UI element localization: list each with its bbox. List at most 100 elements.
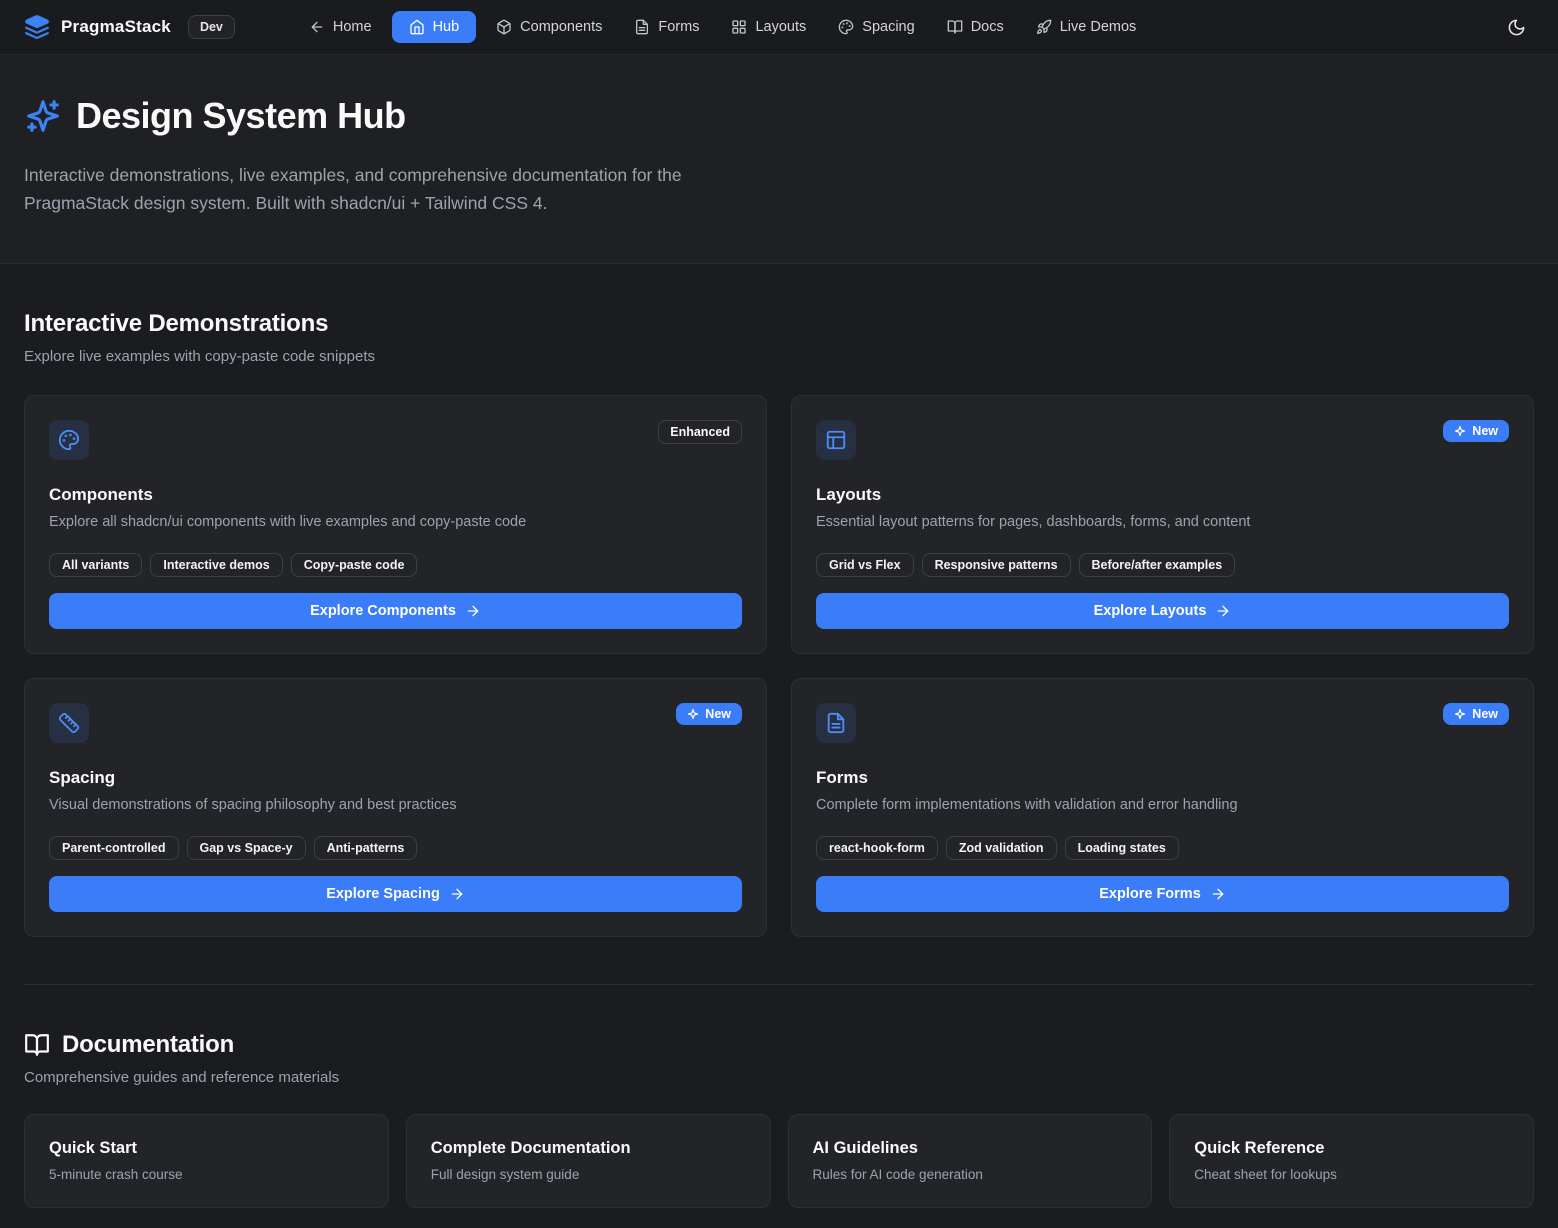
nav-label: Forms [658, 19, 699, 35]
status-badge: Enhanced [658, 420, 742, 444]
tag: Parent-controlled [49, 836, 179, 860]
sparkles-icon [24, 97, 62, 135]
main-content: Interactive Demonstrations Explore live … [0, 310, 1558, 1228]
nav-item-hub[interactable]: Hub [392, 11, 477, 43]
page-description: Interactive demonstrations, live example… [24, 161, 769, 217]
nav-label: Components [520, 19, 602, 35]
docs-heading: Documentation [62, 1031, 234, 1059]
arrow-right-icon [449, 886, 465, 902]
doc-card-title: AI Guidelines [813, 1139, 1128, 1158]
tag: Grid vs Flex [816, 553, 914, 577]
layers-icon [24, 14, 50, 40]
button-label: Explore Components [310, 603, 456, 619]
sparkles-icon [1454, 425, 1466, 437]
tag: Zod validation [946, 836, 1057, 860]
palette-icon [838, 19, 854, 35]
doc-card-title: Quick Start [49, 1139, 364, 1158]
button-label: Explore Forms [1099, 886, 1201, 902]
top-navbar: PragmaStack Dev Home Hub Components Fo [0, 0, 1558, 55]
docs-card-grid: Quick Start 5-minute crash course Comple… [24, 1114, 1534, 1208]
theme-toggle-button[interactable] [1499, 10, 1534, 45]
tag: Loading states [1065, 836, 1179, 860]
new-badge: New [1443, 420, 1509, 442]
explore-components-button[interactable]: Explore Components [49, 593, 742, 629]
nav-item-forms[interactable]: Forms [622, 11, 711, 43]
card-title: Forms [816, 768, 1509, 788]
tag: Responsive patterns [922, 553, 1071, 577]
sparkles-icon [687, 708, 699, 720]
card-description: Visual demonstrations of spacing philoso… [49, 797, 742, 813]
nav-label: Home [333, 19, 372, 35]
panels-top-left-icon [816, 420, 856, 460]
palette-icon [49, 420, 89, 460]
demos-subheading: Explore live examples with copy-paste co… [24, 348, 1534, 365]
brand[interactable]: PragmaStack Dev [24, 14, 235, 40]
arrow-right-icon [1210, 886, 1226, 902]
arrow-right-icon [465, 603, 481, 619]
nav-item-live-demos[interactable]: Live Demos [1024, 11, 1149, 43]
card-title: Layouts [816, 485, 1509, 505]
package-icon [496, 19, 512, 35]
section-divider [24, 984, 1534, 985]
explore-forms-button[interactable]: Explore Forms [816, 876, 1509, 912]
demo-card-grid: Enhanced Components Explore all shadcn/u… [24, 395, 1534, 937]
ruler-icon [49, 703, 89, 743]
card-title: Components [49, 485, 742, 505]
new-badge: New [1443, 703, 1509, 725]
file-text-icon [634, 19, 650, 35]
demo-card-layouts: New Layouts Essential layout patterns fo… [791, 395, 1534, 654]
explore-spacing-button[interactable]: Explore Spacing [49, 876, 742, 912]
nav-item-layouts[interactable]: Layouts [719, 11, 818, 43]
tag-row: Parent-controlled Gap vs Space-y Anti-pa… [49, 836, 742, 860]
doc-card-subtitle: 5-minute crash course [49, 1167, 364, 1182]
demos-section-header: Interactive Demonstrations Explore live … [24, 310, 1534, 365]
tag: All variants [49, 553, 142, 577]
nav-item-spacing[interactable]: Spacing [826, 11, 926, 43]
nav-label: Layouts [755, 19, 806, 35]
card-title: Spacing [49, 768, 742, 788]
doc-card-title: Complete Documentation [431, 1139, 746, 1158]
nav-item-docs[interactable]: Docs [935, 11, 1016, 43]
demo-card-forms: New Forms Complete form implementations … [791, 678, 1534, 937]
card-description: Explore all shadcn/ui components with li… [49, 514, 742, 530]
button-label: Explore Spacing [326, 886, 440, 902]
demo-card-components: Enhanced Components Explore all shadcn/u… [24, 395, 767, 654]
docs-subheading: Comprehensive guides and reference mater… [24, 1069, 1534, 1086]
card-description: Essential layout patterns for pages, das… [816, 514, 1509, 530]
demo-card-spacing: New Spacing Visual demonstrations of spa… [24, 678, 767, 937]
file-text-icon [816, 703, 856, 743]
doc-card-ai-guidelines[interactable]: AI Guidelines Rules for AI code generati… [788, 1114, 1153, 1208]
doc-card-quick-reference[interactable]: Quick Reference Cheat sheet for lookups [1169, 1114, 1534, 1208]
arrow-left-icon [309, 19, 325, 35]
badge-label: New [1472, 424, 1498, 438]
badge-label: New [1472, 707, 1498, 721]
tag: Before/after examples [1079, 553, 1236, 577]
nav-label: Spacing [862, 19, 914, 35]
docs-section-header: Documentation Comprehensive guides and r… [24, 1031, 1534, 1086]
badge-label: New [705, 707, 731, 721]
hero-section: Design System Hub Interactive demonstrat… [0, 55, 1558, 264]
home-icon [409, 19, 425, 35]
book-open-icon [24, 1032, 50, 1058]
moon-icon [1507, 18, 1526, 37]
demos-heading: Interactive Demonstrations [24, 310, 1534, 338]
sparkles-icon [1454, 708, 1466, 720]
doc-card-title: Quick Reference [1194, 1139, 1509, 1158]
tag-row: Grid vs Flex Responsive patterns Before/… [816, 553, 1509, 577]
brand-title: PragmaStack [61, 17, 171, 37]
button-label: Explore Layouts [1094, 603, 1207, 619]
page-title: Design System Hub [76, 95, 406, 137]
arrow-right-icon [1215, 603, 1231, 619]
doc-card-subtitle: Rules for AI code generation [813, 1167, 1128, 1182]
nav-item-home[interactable]: Home [297, 11, 384, 43]
tag-row: All variants Interactive demos Copy-past… [49, 553, 742, 577]
doc-card-quick-start[interactable]: Quick Start 5-minute crash course [24, 1114, 389, 1208]
doc-card-complete-documentation[interactable]: Complete Documentation Full design syste… [406, 1114, 771, 1208]
main-nav: Home Hub Components Forms Layouts [297, 11, 1148, 43]
explore-layouts-button[interactable]: Explore Layouts [816, 593, 1509, 629]
tag: Interactive demos [150, 553, 282, 577]
nav-label: Hub [433, 19, 460, 35]
layout-grid-icon [731, 19, 747, 35]
nav-item-components[interactable]: Components [484, 11, 614, 43]
card-description: Complete form implementations with valid… [816, 797, 1509, 813]
